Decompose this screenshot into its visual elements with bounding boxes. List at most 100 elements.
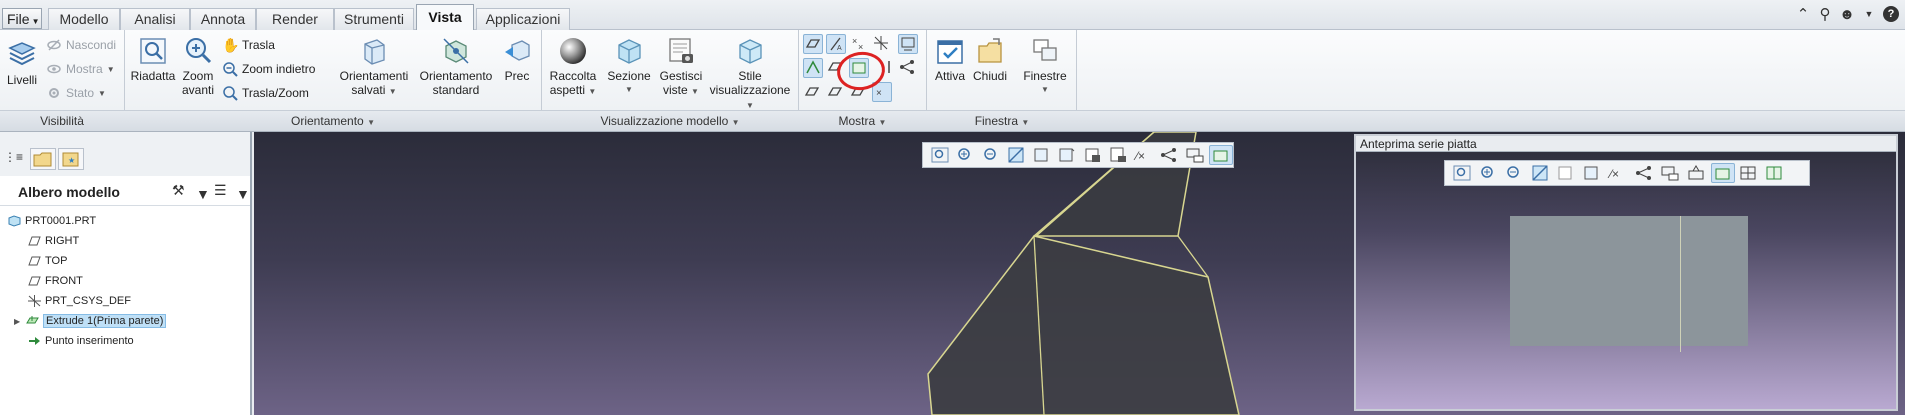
- mostra-button[interactable]: Mostra ▼: [46, 60, 115, 78]
- livelli-button[interactable]: Livelli: [4, 40, 40, 87]
- flat-pattern-preview[interactable]: Anteprima serie piatta ⁄×: [1354, 134, 1898, 411]
- stile-visualizzazione-button[interactable]: Stile visualizzazione ▼: [706, 36, 794, 113]
- chevron-down-icon[interactable]: ▼: [1861, 9, 1877, 19]
- raccolta-aspetti-button[interactable]: Raccolta aspetti ▼: [546, 36, 600, 99]
- zoom-out-icon[interactable]: [1503, 163, 1527, 183]
- 3d-annotation-icon[interactable]: [1208, 145, 1233, 165]
- group-finestra-label[interactable]: Finestra ▼: [927, 114, 1077, 128]
- display-style-icon[interactable]: [1031, 145, 1054, 165]
- annotation-display-icon[interactable]: [898, 34, 918, 54]
- tree-item-csys[interactable]: PRT_CSYS_DEF: [28, 293, 131, 309]
- hand-icon: ✋: [222, 37, 240, 53]
- tab-strumenti[interactable]: Strumenti: [334, 8, 414, 30]
- saved-orientations-icon[interactable]: [1056, 145, 1079, 165]
- tree-item-insert[interactable]: Punto inserimento: [28, 333, 134, 349]
- plane-display-icon[interactable]: [803, 34, 823, 54]
- plane-display-icon[interactable]: [1685, 163, 1709, 183]
- trasla-zoom-button[interactable]: Trasla/Zoom: [222, 84, 309, 102]
- axis-display-icon[interactable]: A: [826, 34, 846, 54]
- folder-browser-tab[interactable]: [30, 148, 56, 170]
- spin-center-icon[interactable]: [803, 58, 823, 78]
- chiudi-button[interactable]: Chiudi: [970, 36, 1010, 83]
- tab-render[interactable]: Render: [256, 8, 334, 30]
- connect-display-icon[interactable]: [898, 58, 918, 78]
- insert-arrow-icon: [29, 337, 40, 345]
- attiva-label: Attiva: [934, 69, 965, 83]
- 3d-annotation-icon[interactable]: [1711, 163, 1735, 183]
- tab-modello[interactable]: Modello: [48, 8, 120, 30]
- chevron-down-icon[interactable]: ▼: [196, 186, 210, 204]
- gear-icon: [49, 88, 59, 98]
- favorites-tab[interactable]: ★: [58, 148, 84, 170]
- datum-display-icon[interactable]: ⁄×: [1133, 145, 1156, 165]
- tree-settings-icon[interactable]: ⚒: [172, 182, 185, 200]
- help-icon[interactable]: ?: [1883, 6, 1899, 22]
- zoom-in-icon[interactable]: [954, 145, 977, 165]
- tab-vista[interactable]: Vista: [416, 4, 474, 31]
- tree-header: Albero modello ⚒ ▼ ☰ ▼: [0, 176, 250, 206]
- refit-icon[interactable]: [929, 145, 952, 165]
- zoom-out-icon[interactable]: [980, 145, 1003, 165]
- collapse-ribbon-icon[interactable]: ⌃: [1795, 5, 1811, 23]
- tab-annota[interactable]: Annota: [190, 8, 256, 30]
- group-visibilita-label[interactable]: Visibilità: [0, 114, 124, 128]
- standard-orientation-icon: [443, 38, 469, 64]
- repaint-icon[interactable]: [1005, 145, 1028, 165]
- zoom-in-icon[interactable]: [1477, 163, 1501, 183]
- bend-lines-icon[interactable]: [1763, 163, 1787, 183]
- tree-item-right[interactable]: RIGHT: [28, 233, 79, 249]
- appearance-sphere-icon: [560, 38, 586, 64]
- chevron-down-icon: ▼: [98, 88, 106, 98]
- tab-applicazioni[interactable]: Applicazioni: [476, 8, 570, 30]
- orientamento-standard-button[interactable]: Orientamento standard: [414, 36, 498, 97]
- tree-item-part[interactable]: PRT0001.PRT: [8, 213, 96, 229]
- section-view-icon[interactable]: [1082, 145, 1105, 165]
- top-right-tools: ⌃ ⚲ ☻ ▼ ?: [1795, 4, 1899, 24]
- expand-arrow-icon[interactable]: ▶: [14, 317, 22, 326]
- nascondi-button[interactable]: Nascondi: [46, 36, 116, 54]
- grid-display-icon[interactable]: [1737, 163, 1761, 183]
- prec-button[interactable]: Prec: [500, 36, 534, 83]
- group-orientamento-label[interactable]: Orientamento ▼: [125, 114, 541, 128]
- csys-display-icon[interactable]: [872, 34, 892, 54]
- group-visualizzazione-label[interactable]: Visualizzazione modello ▼: [542, 114, 798, 128]
- svg-text:×: ×: [852, 36, 857, 46]
- attiva-button[interactable]: Attiva: [930, 36, 970, 83]
- tree-item-label: PRT0001.PRT: [25, 215, 97, 227]
- tree-columns-icon[interactable]: ☰: [214, 182, 227, 200]
- spin-center-icon[interactable]: [1158, 145, 1181, 165]
- community-icon[interactable]: ☻: [1839, 6, 1855, 23]
- tree-item-top[interactable]: TOP: [28, 253, 67, 269]
- annotation-display-icon[interactable]: [1659, 163, 1683, 183]
- file-menu-button[interactable]: File ▼: [2, 8, 42, 29]
- display-style-icon[interactable]: [1555, 163, 1579, 183]
- riadatta-button[interactable]: Riadatta: [130, 36, 176, 83]
- gestisci-viste-button[interactable]: Gestisci viste ▼: [656, 36, 706, 99]
- model-tree-tab-icon[interactable]: ⋮≡: [4, 150, 23, 164]
- chevron-down-icon[interactable]: ▼: [236, 186, 250, 204]
- tree-item-extrude[interactable]: ▶ Extrude 1(Prima parete): [14, 313, 167, 329]
- refit-icon[interactable]: [1451, 163, 1475, 183]
- spin-center-icon[interactable]: [1633, 163, 1657, 183]
- preview-toolbar: ⁄×: [1444, 160, 1810, 186]
- group-label-text: Visibilità: [40, 114, 84, 128]
- repaint-icon[interactable]: [1529, 163, 1553, 183]
- trasla-button[interactable]: ✋ Trasla: [222, 36, 275, 54]
- saved-orientations-icon[interactable]: [1581, 163, 1605, 183]
- windows-icon: [1033, 39, 1057, 61]
- sezione-button[interactable]: Sezione ▼: [604, 36, 654, 97]
- finestre-button[interactable]: Finestre ▼: [1018, 36, 1072, 97]
- view-manager-icon[interactable]: [1107, 145, 1130, 165]
- datum-display-icon[interactable]: ⁄×: [1607, 163, 1631, 183]
- sezione-label: Sezione: [604, 69, 654, 83]
- zoom-avanti-button[interactable]: Zoom avanti: [178, 36, 218, 97]
- tab-analisi[interactable]: Analisi: [120, 8, 190, 30]
- zoom-indietro-button[interactable]: Zoom indietro: [222, 60, 315, 78]
- stato-button[interactable]: Stato ▼: [46, 84, 106, 102]
- orientamenti-salvati-button[interactable]: Orientamenti salvati ▼: [334, 36, 414, 99]
- datum-plane-tag-icon[interactable]: [803, 82, 823, 102]
- group-mostra-label[interactable]: Mostra ▼: [799, 114, 926, 128]
- tree-item-front[interactable]: FRONT: [28, 273, 83, 289]
- search-icon[interactable]: ⚲: [1817, 5, 1833, 23]
- annotation-display-icon[interactable]: [1184, 145, 1207, 165]
